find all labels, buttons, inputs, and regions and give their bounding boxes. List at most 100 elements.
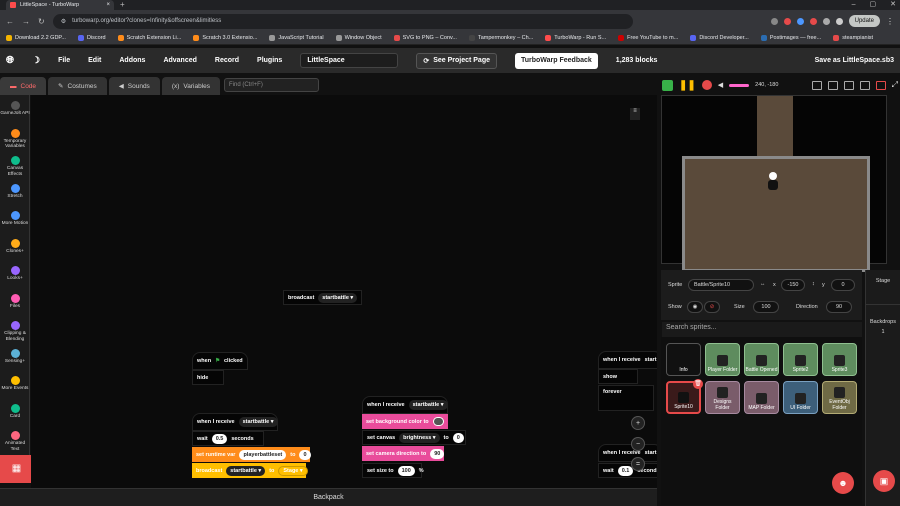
zoom-out-icon[interactable]: − (631, 437, 645, 451)
tab-sounds[interactable]: ◀ Sounds (108, 77, 160, 95)
when-flag-clicked-block[interactable]: when ⚑ clicked (192, 352, 248, 370)
language-globe-icon[interactable]: 🌐︎ (6, 55, 14, 66)
back-icon[interactable]: ← (6, 17, 14, 26)
feedback-button[interactable]: TurboWarp Feedback (515, 52, 598, 69)
menu-plugins[interactable]: Plugins (257, 57, 282, 64)
find-input[interactable]: Find (Ctrl+F) (224, 78, 319, 92)
set-camera-direction-block[interactable]: set camera direction to 90 (362, 446, 445, 461)
tab-code[interactable]: ▬ Code (0, 77, 47, 95)
when-i-receive-block[interactable]: when I receive startbattle ▾ (192, 413, 278, 431)
screenshot-icon[interactable] (827, 80, 838, 90)
when-i-receive-block[interactable]: when I receive startbattle ▾ (362, 396, 448, 414)
tab-variables[interactable]: (x) Variables (161, 77, 221, 95)
y-input[interactable]: 0 (831, 279, 855, 291)
color-swatch[interactable] (432, 417, 444, 426)
stop-button[interactable] (701, 80, 712, 90)
maximize-icon[interactable]: ▢ (870, 0, 877, 10)
save-as-button[interactable]: Save as LittleSpace.sb3 (815, 57, 894, 64)
category-item[interactable]: Canvas Effects (0, 156, 30, 177)
bookmark-item[interactable]: SVG to PNG – Conv... (393, 35, 457, 41)
when-i-receive-block[interactable]: when I receive start (598, 351, 657, 369)
category-item[interactable]: Files (0, 293, 30, 310)
add-backdrop-button[interactable]: ▣ (873, 470, 895, 492)
bookmark-item[interactable]: Free YouTube to m... (618, 35, 678, 41)
direction-field[interactable]: 90 (826, 301, 852, 313)
category-item[interactable]: GameJolt API (0, 101, 30, 117)
category-item[interactable]: More Events (0, 376, 30, 392)
backpack-bar[interactable]: Backpack (0, 488, 657, 506)
menu-record[interactable]: Record (215, 57, 239, 64)
hide-block[interactable]: hide (192, 370, 224, 385)
record-icon[interactable] (875, 80, 886, 90)
bookmark-item[interactable]: Discord (77, 35, 106, 41)
kebab-menu-icon[interactable]: ⋮ (886, 17, 894, 26)
x-input[interactable]: -150 (781, 279, 805, 291)
add-sprite-button[interactable]: ☻ (832, 472, 854, 494)
sprite-search-input[interactable]: Search sprites... (662, 322, 862, 337)
bookmark-item[interactable]: Window Object (335, 35, 382, 41)
pause-button[interactable]: ❚❚ (679, 80, 696, 91)
sprite-tile[interactable]: MAP Folder (744, 381, 779, 414)
var-value-input[interactable]: 0 (299, 449, 311, 460)
set-background-color-block[interactable]: set background color to (362, 414, 448, 429)
extension-icon[interactable] (783, 17, 791, 25)
volume-slider[interactable] (729, 83, 750, 87)
sprite-tile[interactable]: Player Folder (705, 343, 740, 376)
workspace-menu-icon[interactable]: ≡ (630, 108, 640, 120)
message-dropdown[interactable]: startbattle ▾ (318, 292, 358, 303)
small-stage-icon[interactable] (811, 80, 822, 90)
category-item[interactable]: Clones+ (0, 238, 30, 255)
sprite-tile[interactable]: Info (666, 343, 701, 376)
browser-tab[interactable]: LittleSpace - TurboWarp × (6, 0, 114, 10)
menu-advanced[interactable]: Advanced (163, 57, 196, 64)
set-runtime-var-block[interactable]: set runtime var playerbattleset to 0 (192, 447, 311, 462)
project-title-input[interactable]: LittleSpace (300, 53, 399, 68)
extension-icon[interactable] (770, 17, 778, 25)
tab-costumes[interactable]: ✎ Costumes (48, 77, 107, 95)
sprite-tile[interactable]: EventObj Folder (822, 381, 857, 414)
sprite-tile[interactable]: UI Folder (783, 381, 818, 414)
menu-addons[interactable]: Addons (119, 57, 145, 64)
show-visible-button[interactable]: ◉ (687, 301, 703, 313)
category-item[interactable]: Stretch (0, 183, 30, 200)
wait-input[interactable]: 0.5 (211, 433, 228, 444)
wait-block[interactable]: wait 0.1 seconds (598, 463, 657, 478)
reload-icon[interactable]: ↻ (38, 17, 45, 26)
message-dropdown[interactable]: startbattle ▾ (238, 417, 278, 427)
new-tab-icon[interactable]: + (120, 0, 125, 10)
sprite-name-input[interactable]: Battle/Sprite10 (688, 279, 754, 291)
code-workspace[interactable]: broadcast startbattle ▾ when ⚑ clicked h… (31, 95, 657, 488)
sprite-tile[interactable]: Battle Opened (744, 343, 779, 376)
effect-dropdown[interactable]: brightness ▾ (399, 432, 440, 443)
menu-edit[interactable]: Edit (88, 57, 101, 64)
show-block[interactable]: show (598, 369, 638, 384)
category-item[interactable]: Clipping & Blending (0, 321, 30, 342)
stage-canvas[interactable] (661, 95, 887, 272)
minimize-icon[interactable]: – (852, 0, 856, 10)
green-flag-button[interactable] (662, 79, 673, 91)
zoom-reset-icon[interactable]: = (631, 457, 645, 471)
bookmark-item[interactable]: JavaScript Tutorial (269, 35, 324, 41)
message-dropdown[interactable]: startbattle ▾ (226, 465, 266, 476)
puzzle-icon[interactable] (822, 17, 830, 25)
bookmark-item[interactable]: Tampermonkey – Ch... (468, 35, 533, 41)
extension-icon[interactable] (809, 17, 817, 25)
extension-icon[interactable] (796, 17, 804, 25)
effect-value-input[interactable]: 0 (452, 432, 464, 443)
add-extension-button[interactable]: ▦ (0, 455, 33, 483)
camera-direction-input[interactable]: 90 (430, 448, 445, 459)
bookmark-item[interactable]: TurboWarp - Run S... (545, 35, 606, 41)
message-dropdown[interactable]: startbattle ▾ (408, 400, 448, 410)
bookmark-item[interactable]: Discord Developer... (690, 35, 749, 41)
sprite-tile[interactable]: Sprite2 (783, 343, 818, 376)
category-item[interactable]: Sensing+ (0, 348, 30, 365)
category-item[interactable]: More Motion (0, 211, 30, 227)
bookmark-item[interactable]: Download 2.2 GDP... (6, 35, 66, 41)
size-field[interactable]: 100 (753, 301, 779, 313)
theme-moon-icon[interactable]: ☽ (32, 55, 40, 66)
target-dropdown[interactable]: Stage ▾ (278, 465, 308, 476)
category-item[interactable]: Looks+ (0, 266, 30, 282)
broadcast-to-block[interactable]: broadcast startbattle ▾ to Stage ▾ (192, 463, 308, 478)
when-i-receive-block[interactable]: when I receive start (598, 444, 657, 462)
forward-icon[interactable]: → (22, 17, 30, 26)
